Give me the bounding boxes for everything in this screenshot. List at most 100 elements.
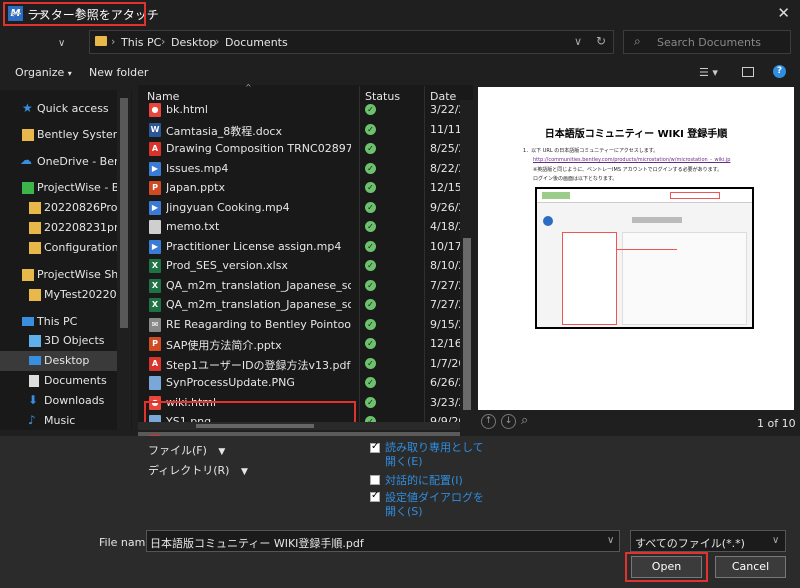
video-icon: ▶ bbox=[149, 239, 161, 254]
organize-label: Organize bbox=[15, 66, 65, 79]
file-row[interactable]: ▶ Issues.mp4 ✓ 8/22/2 bbox=[138, 159, 460, 178]
close-icon[interactable]: ✕ bbox=[777, 4, 790, 22]
file-list-scrollbar-thumb[interactable] bbox=[463, 238, 471, 410]
preview-pane: 日本語版コミュニティー WIKI 登録手順 1．以下 URL の日本語版コミュニ… bbox=[478, 87, 794, 410]
file-row[interactable]: ✉ RE Reagarding to Bentley Pointools.msg ✓… bbox=[138, 315, 460, 334]
file-name-value[interactable]: 日本語版コミュニティー WIKI登録手順.pdf bbox=[150, 535, 364, 551]
file-row[interactable]: X QA_m2m_translation_Japanese_scope100...… bbox=[138, 276, 460, 295]
file-type-value[interactable]: すべてのファイル(*.*) bbox=[635, 535, 745, 551]
breadcrumb-desktop[interactable]: Desktop bbox=[171, 36, 216, 49]
preview-embedded-screenshot bbox=[535, 187, 754, 329]
sidebar-item-desktop[interactable]: Desktop bbox=[0, 351, 117, 371]
embedded-tree bbox=[562, 232, 617, 325]
sidebar-item-music[interactable]: ♪ Music bbox=[0, 411, 117, 431]
image-icon bbox=[149, 376, 161, 390]
recent-chevron-down-icon[interactable]: ∨ bbox=[58, 38, 65, 49]
address-dropdown-icon[interactable]: ∨ bbox=[574, 35, 582, 48]
readonly-label-line2[interactable]: 開く(E) bbox=[385, 453, 423, 469]
caret-down-icon: ▼ bbox=[218, 447, 226, 457]
video-icon: ▶ bbox=[149, 200, 161, 215]
file-date: 9/15/2 bbox=[430, 317, 460, 331]
previous-page-icon[interactable]: ↑ bbox=[481, 414, 496, 429]
file-date: 8/25/2 bbox=[430, 142, 460, 155]
file-row[interactable]: W Camtasia_8教程.docx ✓ 11/11/ bbox=[138, 120, 460, 139]
file-row[interactable]: ▶ Jingyuan Cooking.mp4 ✓ 9/26/2 bbox=[138, 198, 460, 217]
sidebar-item-documents[interactable]: Documents bbox=[0, 371, 117, 391]
pdf-icon: A bbox=[149, 356, 161, 371]
file-row[interactable]: A Drawing Composition TRNC02897-1-000... ✓… bbox=[138, 139, 460, 158]
settings-dialog-checkbox[interactable] bbox=[370, 490, 380, 502]
embedded-annotation bbox=[670, 192, 720, 199]
directory-menu[interactable]: ディレクトリ(R) ▼ bbox=[148, 462, 248, 478]
sidebar-item-202208231proje[interactable]: 202208231proje bbox=[0, 218, 117, 238]
excel-icon: X bbox=[149, 278, 161, 293]
file-row[interactable]: P Japan.pptx ✓ 12/15/ bbox=[138, 178, 460, 197]
preview-pane-icon[interactable] bbox=[742, 67, 754, 77]
view-options-icon[interactable]: ☰ ▾ bbox=[699, 66, 718, 79]
caret-down-icon: ▾ bbox=[67, 69, 72, 78]
breadcrumb-documents[interactable]: Documents bbox=[225, 36, 288, 49]
file-type-dropdown-icon[interactable]: ∨ bbox=[772, 535, 779, 546]
next-page-icon[interactable]: ↓ bbox=[501, 414, 516, 429]
file-row[interactable]: X Prod_SES_version.xlsx ✓ 8/10/2 bbox=[138, 256, 460, 275]
sync-status-icon: ✓ bbox=[365, 201, 376, 213]
interactive-placement-label[interactable]: 対話的に配置(I) bbox=[385, 472, 463, 488]
sync-status-icon: ✓ bbox=[365, 299, 376, 310]
sidebar-item-mytest[interactable]: MyTest20220805 bbox=[0, 285, 117, 305]
file-row[interactable]: SynProcessUpdate.PNG ✓ 6/26/2 bbox=[138, 373, 460, 392]
zoom-icon[interactable]: ⌕ bbox=[521, 413, 528, 428]
sidebar-item-projectwise-share[interactable]: ProjectWise Share bbox=[0, 265, 117, 285]
new-folder-button[interactable]: New folder bbox=[89, 66, 148, 79]
cube-icon bbox=[29, 335, 41, 347]
organize-menu[interactable]: Organize ▾ bbox=[15, 66, 72, 79]
preview-link: http://communities.bentley.com/products/… bbox=[533, 157, 731, 163]
folder-icon bbox=[29, 222, 41, 234]
refresh-icon[interactable]: ↻ bbox=[596, 34, 606, 48]
video-icon: ▶ bbox=[149, 161, 161, 176]
sync-status-icon: ✓ bbox=[365, 279, 376, 291]
file-name: bk.html bbox=[166, 103, 208, 116]
settings-dialog-label-line2[interactable]: 開く(S) bbox=[385, 503, 423, 519]
interactive-placement-checkbox[interactable] bbox=[370, 475, 380, 485]
file-row[interactable]: memo.txt ✓ 4/18/2 bbox=[138, 217, 460, 236]
breadcrumb-this-pc[interactable]: This PC bbox=[121, 36, 161, 49]
sync-status-icon: ✓ bbox=[365, 377, 376, 388]
embedded-app-icon bbox=[543, 216, 553, 226]
sync-status-icon: ✓ bbox=[365, 240, 376, 252]
horizontal-scrollbar-thumb[interactable] bbox=[196, 424, 314, 428]
file-row[interactable]: ▶ Practitioner License assign.mp4 ✓ 10/17/ bbox=[138, 237, 460, 256]
sidebar-item-downloads[interactable]: ⬇ Downloads bbox=[0, 391, 117, 411]
file-row[interactable]: ● bk.html ✓ 3/22/2 bbox=[138, 100, 460, 119]
forward-arrow-icon[interactable]: → bbox=[34, 6, 46, 22]
cancel-button[interactable]: Cancel bbox=[715, 556, 786, 578]
file-name: Japan.pptx bbox=[166, 181, 225, 194]
directory-menu-label: ディレクトリ(R) bbox=[148, 464, 230, 477]
file-menu[interactable]: ファイル(F) ▼ bbox=[148, 442, 225, 458]
chrome-icon: ● bbox=[149, 103, 161, 117]
sidebar-item-configuration[interactable]: Configuration bbox=[0, 238, 117, 258]
sidebar-item-this-pc[interactable]: This PC bbox=[0, 312, 117, 332]
sidebar-item-3d-objects[interactable]: 3D Objects bbox=[0, 331, 117, 351]
file-name: Jingyuan Cooking.mp4 bbox=[166, 200, 290, 214]
up-arrow-icon[interactable]: ↑ bbox=[73, 6, 85, 22]
pc-icon bbox=[22, 317, 34, 326]
file-row[interactable]: P SAP使用方法简介.pptx ✓ 12/16/ bbox=[138, 334, 460, 353]
sidebar-item-onedrive[interactable]: ☁OneDrive - Bentle bbox=[0, 152, 117, 172]
pdf-icon: A bbox=[149, 142, 161, 156]
file-date: 7/27/2 bbox=[430, 278, 460, 292]
file-name: SAP使用方法简介.pptx bbox=[166, 339, 282, 352]
sidebar-item-20220826project[interactable]: 20220826Project bbox=[0, 198, 117, 218]
help-icon[interactable]: ? bbox=[773, 65, 786, 78]
file-name: QA_m2m_translation_Japanese_scope100... bbox=[166, 278, 351, 292]
file-row[interactable]: X QA_m2m_translation_Japanese_scope100...… bbox=[138, 295, 460, 314]
file-row[interactable]: A Step1ユーザーIDの登録方法v13.pdf ✓ 1/7/20 bbox=[138, 354, 460, 373]
sidebar-item-projectwise[interactable]: ProjectWise - Bent bbox=[0, 178, 117, 198]
sidebar-item-bentley-systems[interactable]: Bentley Systems, In bbox=[0, 125, 117, 145]
sidebar-scrollbar-thumb[interactable] bbox=[120, 98, 128, 328]
address-bar[interactable] bbox=[89, 30, 614, 54]
back-arrow-icon[interactable]: ← bbox=[10, 6, 22, 22]
sidebar-item-quick-access[interactable]: ★ Quick access bbox=[0, 99, 117, 119]
file-date: 7/27/2 bbox=[430, 298, 460, 311]
file-name-dropdown-icon[interactable]: ∨ bbox=[607, 535, 614, 546]
readonly-checkbox[interactable] bbox=[370, 441, 380, 453]
